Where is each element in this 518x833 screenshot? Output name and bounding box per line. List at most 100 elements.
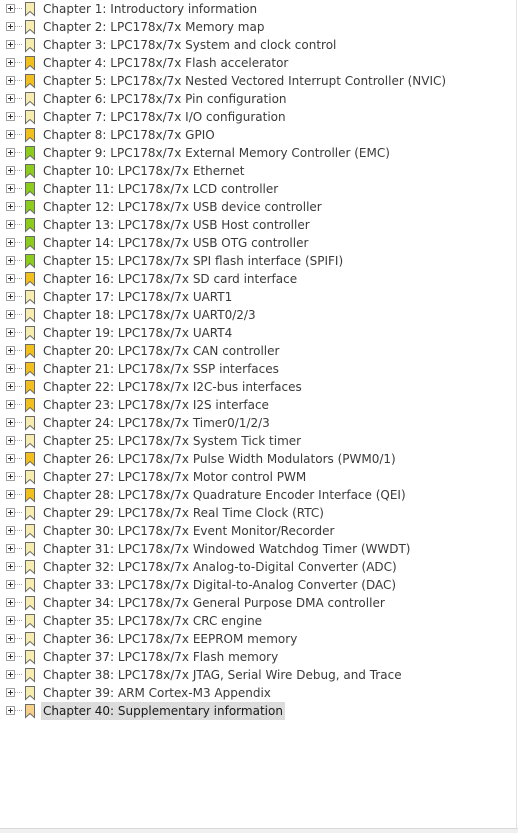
- bookmark-label[interactable]: Chapter 18: LPC178x/7x UART0/2/3: [41, 306, 258, 324]
- tree-connector-line: [15, 332, 22, 333]
- expand-plus-icon[interactable]: [6, 364, 15, 373]
- bookmark-label[interactable]: Chapter 22: LPC178x/7x I2C-bus interface…: [41, 378, 304, 396]
- expand-plus-icon[interactable]: [6, 580, 15, 589]
- bookmark-label[interactable]: Chapter 4: LPC178x/7x Flash accelerator: [41, 54, 290, 72]
- bookmark-label[interactable]: Chapter 7: LPC178x/7x I/O configuration: [41, 108, 288, 126]
- bookmark-label[interactable]: Chapter 19: LPC178x/7x UART4: [41, 324, 234, 342]
- bookmark-label[interactable]: Chapter 1: Introductory information: [41, 0, 259, 18]
- expand-plus-icon[interactable]: [6, 40, 15, 49]
- expand-plus-icon[interactable]: [6, 76, 15, 85]
- expand-plus-icon[interactable]: [6, 22, 15, 31]
- expand-plus-icon[interactable]: [6, 688, 15, 697]
- bookmark-label[interactable]: Chapter 28: LPC178x/7x Quadrature Encode…: [41, 486, 408, 504]
- expand-plus-icon[interactable]: [6, 454, 15, 463]
- tree-connector-line: [15, 494, 22, 495]
- bookmark-icon: [24, 379, 36, 395]
- bookmark-label[interactable]: Chapter 15: LPC178x/7x SPI flash interfa…: [41, 252, 345, 270]
- bookmark-label[interactable]: Chapter 2: LPC178x/7x Memory map: [41, 18, 266, 36]
- expand-plus-icon[interactable]: [6, 328, 15, 337]
- expand-plus-icon[interactable]: [6, 58, 15, 67]
- bookmark-label[interactable]: Chapter 34: LPC178x/7x General Purpose D…: [41, 594, 387, 612]
- bookmark-icon: [24, 181, 36, 197]
- bookmark-label[interactable]: Chapter 12: LPC178x/7x USB device contro…: [41, 198, 324, 216]
- bookmark-label[interactable]: Chapter 30: LPC178x/7x Event Monitor/Rec…: [41, 522, 336, 540]
- expand-plus-icon[interactable]: [6, 256, 15, 265]
- bookmark-label[interactable]: Chapter 38: LPC178x/7x JTAG, Serial Wire…: [41, 666, 404, 684]
- expand-plus-icon[interactable]: [6, 382, 15, 391]
- bookmark-label[interactable]: Chapter 20: LPC178x/7x CAN controller: [41, 342, 281, 360]
- expand-plus-icon[interactable]: [6, 274, 15, 283]
- bookmark-label[interactable]: Chapter 39: ARM Cortex-M3 Appendix: [41, 684, 273, 702]
- expand-plus-icon[interactable]: [6, 238, 15, 247]
- expand-plus-icon[interactable]: [6, 418, 15, 427]
- bookmark-label[interactable]: Chapter 8: LPC178x/7x GPIO: [41, 126, 217, 144]
- bookmark-label[interactable]: Chapter 14: LPC178x/7x USB OTG controlle…: [41, 234, 310, 252]
- bookmark-label[interactable]: Chapter 23: LPC178x/7x I2S interface: [41, 396, 271, 414]
- expand-plus-icon[interactable]: [6, 400, 15, 409]
- expand-plus-icon[interactable]: [6, 202, 15, 211]
- bookmark-label[interactable]: Chapter 29: LPC178x/7x Real Time Clock (…: [41, 504, 326, 522]
- expand-plus-icon[interactable]: [6, 292, 15, 301]
- bookmark-label[interactable]: Chapter 5: LPC178x/7x Nested Vectored In…: [41, 72, 448, 90]
- bookmark-icon: [24, 469, 36, 485]
- bookmark-label[interactable]: Chapter 21: LPC178x/7x SSP interfaces: [41, 360, 281, 378]
- expand-plus-icon[interactable]: [6, 436, 15, 445]
- expand-plus-icon[interactable]: [6, 616, 15, 625]
- bookmark-label[interactable]: Chapter 27: LPC178x/7x Motor control PWM: [41, 468, 308, 486]
- bookmark-label[interactable]: Chapter 37: LPC178x/7x Flash memory: [41, 648, 280, 666]
- tree-connector-line: [15, 584, 22, 585]
- bookmark-icon: [24, 559, 36, 575]
- tree-connector-line: [15, 674, 22, 675]
- expand-plus-icon[interactable]: [6, 148, 15, 157]
- expand-plus-icon[interactable]: [6, 544, 15, 553]
- bookmark-label[interactable]: Chapter 25: LPC178x/7x System Tick timer: [41, 432, 303, 450]
- bookmark-label[interactable]: Chapter 11: LPC178x/7x LCD controller: [41, 180, 280, 198]
- expand-plus-icon[interactable]: [6, 652, 15, 661]
- expand-plus-icon[interactable]: [6, 166, 15, 175]
- bookmark-label[interactable]: Chapter 16: LPC178x/7x SD card interface: [41, 270, 299, 288]
- bookmark-label[interactable]: Chapter 32: LPC178x/7x Analog-to-Digital…: [41, 558, 399, 576]
- expand-plus-icon[interactable]: [6, 526, 15, 535]
- bookmark-icon: [24, 127, 36, 143]
- tree-connector-line: [15, 548, 22, 549]
- expand-plus-icon[interactable]: [6, 670, 15, 679]
- expand-plus-icon[interactable]: [6, 508, 15, 517]
- bookmark-label[interactable]: Chapter 6: LPC178x/7x Pin configuration: [41, 90, 289, 108]
- expand-plus-icon[interactable]: [6, 346, 15, 355]
- bookmark-label[interactable]: Chapter 26: LPC178x/7x Pulse Width Modul…: [41, 450, 398, 468]
- expand-plus-icon[interactable]: [6, 562, 15, 571]
- bookmark-label[interactable]: Chapter 35: LPC178x/7x CRC engine: [41, 612, 264, 630]
- bookmark-label[interactable]: Chapter 31: LPC178x/7x Windowed Watchdog…: [41, 540, 412, 558]
- expand-plus-icon[interactable]: [6, 4, 15, 13]
- bookmark-icon: [24, 73, 36, 89]
- bookmark-label[interactable]: Chapter 13: LPC178x/7x USB Host controll…: [41, 216, 312, 234]
- expand-plus-icon[interactable]: [6, 220, 15, 229]
- expand-plus-icon[interactable]: [6, 706, 15, 715]
- bookmark-label[interactable]: Chapter 10: LPC178x/7x Ethernet: [41, 162, 247, 180]
- expand-plus-icon[interactable]: [6, 112, 15, 121]
- bookmark-icon: [24, 397, 36, 413]
- bookmark-label[interactable]: Chapter 36: LPC178x/7x EEPROM memory: [41, 630, 299, 648]
- expand-plus-icon[interactable]: [6, 472, 15, 481]
- bookmark-label[interactable]: Chapter 17: LPC178x/7x UART1: [41, 288, 234, 306]
- bookmark-label[interactable]: Chapter 9: LPC178x/7x External Memory Co…: [41, 144, 392, 162]
- expand-plus-icon[interactable]: [6, 634, 15, 643]
- expand-plus-icon[interactable]: [6, 310, 15, 319]
- bookmark-label[interactable]: Chapter 3: LPC178x/7x System and clock c…: [41, 36, 338, 54]
- bookmark-icon: [24, 577, 36, 593]
- bookmark-icon: [24, 433, 36, 449]
- bookmark-icon: [24, 613, 36, 629]
- expand-plus-icon[interactable]: [6, 598, 15, 607]
- bookmarks-panel: Chapter 1: Introductory information Chapt…: [0, 0, 517, 828]
- bookmark-label[interactable]: Chapter 40: Supplementary information: [41, 702, 285, 720]
- bookmark-label[interactable]: Chapter 33: LPC178x/7x Digital-to-Analog…: [41, 576, 398, 594]
- bookmark-icon: [24, 19, 36, 35]
- bookmark-icon: [24, 307, 36, 323]
- expand-plus-icon[interactable]: [6, 184, 15, 193]
- expand-plus-icon[interactable]: [6, 490, 15, 499]
- expand-plus-icon[interactable]: [6, 130, 15, 139]
- tree-connector-line: [15, 98, 22, 99]
- expand-plus-icon[interactable]: [6, 94, 15, 103]
- bookmark-icon: [24, 199, 36, 215]
- bookmark-label[interactable]: Chapter 24: LPC178x/7x Timer0/1/2/3: [41, 414, 272, 432]
